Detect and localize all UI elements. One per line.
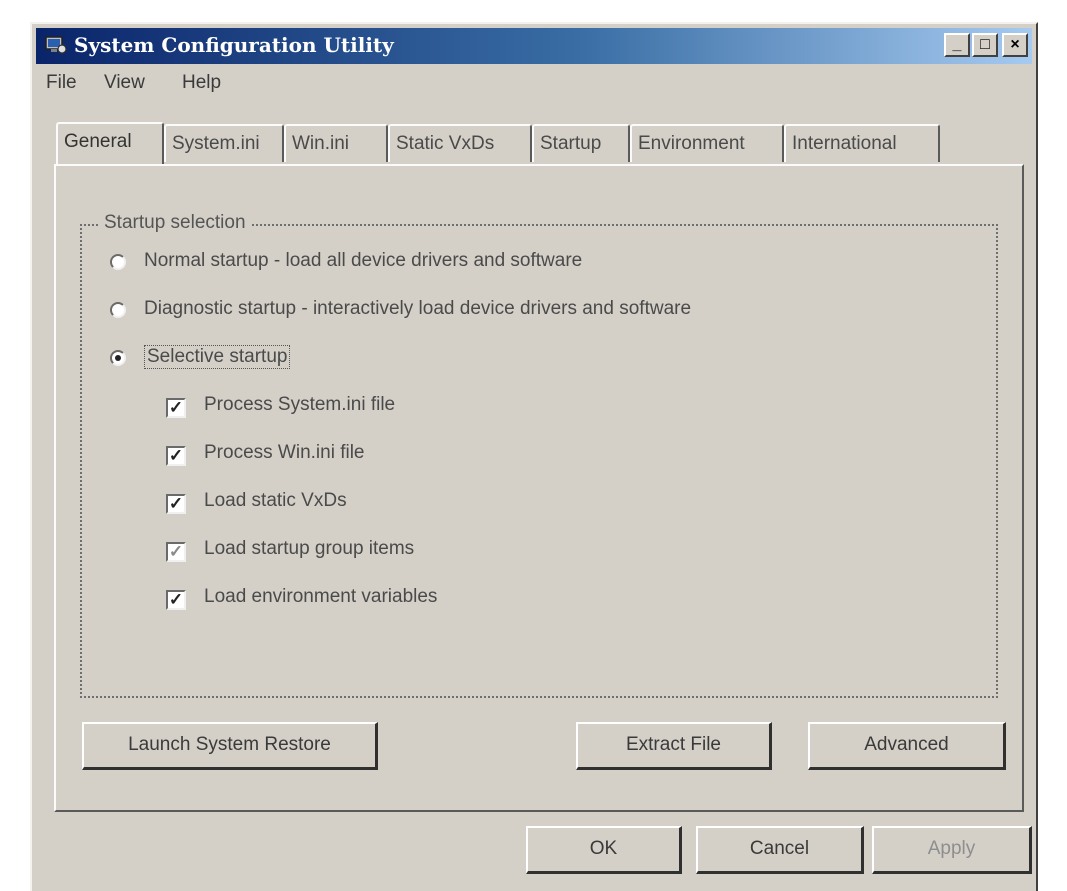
radio-selected-dot [115,355,121,361]
system-config-window: System Configuration Utility _ □ × File … [30,22,1038,891]
menu-file[interactable]: File [46,72,77,94]
menu-help[interactable]: Help [182,72,221,94]
check-icon[interactable]: ✓ [166,398,186,418]
ok-button[interactable]: OK [526,826,682,874]
radio-button[interactable] [110,350,126,366]
general-tab-panel: Startup selection Normal startup - load … [54,164,1024,812]
tab-startup[interactable]: Startup [532,124,630,162]
advanced-button[interactable]: Advanced [808,722,1006,770]
checkbox-label: Process Win.ini file [204,442,365,463]
startup-selection-group: Startup selection Normal startup - load … [80,212,998,698]
tab-international[interactable]: International [784,124,940,162]
radio-button[interactable] [110,254,126,270]
option-label: Diagnostic startup - interactively load … [144,298,692,319]
cancel-button[interactable]: Cancel [696,826,864,874]
check-icon[interactable]: ✓ [166,494,186,514]
title-bar[interactable]: System Configuration Utility _ □ × [36,28,1032,64]
radio-button[interactable] [110,302,126,318]
menu-view[interactable]: View [104,72,145,94]
check-icon[interactable]: ✓ [166,590,186,610]
apply-button[interactable]: Apply [872,826,1032,874]
maximize-button[interactable]: □ [972,33,998,57]
checkbox-label: Load startup group items [204,538,415,559]
startup-selection-label: Startup selection [100,212,250,234]
tab-static-vxds[interactable]: Static VxDs [388,124,532,162]
checkbox-label: Process System.ini file [204,394,396,415]
tab-system-ini[interactable]: System.ini [164,124,284,162]
tab-environment[interactable]: Environment [630,124,784,162]
close-button[interactable]: × [1002,33,1028,57]
check-icon[interactable]: ✓ [166,446,186,466]
minimize-button[interactable]: _ [944,33,970,57]
check-icon[interactable]: ✓ [166,542,186,562]
checkbox-label: Load static VxDs [204,490,347,511]
tab-general[interactable]: General [56,122,164,164]
extract-file-button[interactable]: Extract File [576,722,772,770]
tab-win-ini[interactable]: Win.ini [284,124,388,162]
system-config-icon [44,34,68,56]
launch-system-restore-button[interactable]: Launch System Restore [82,722,378,770]
window-title: System Configuration Utility [74,33,394,57]
option-label: Normal startup - load all device drivers… [144,250,583,271]
checkbox-label: Load environment variables [204,586,438,607]
option-label: Selective startup [144,345,291,369]
